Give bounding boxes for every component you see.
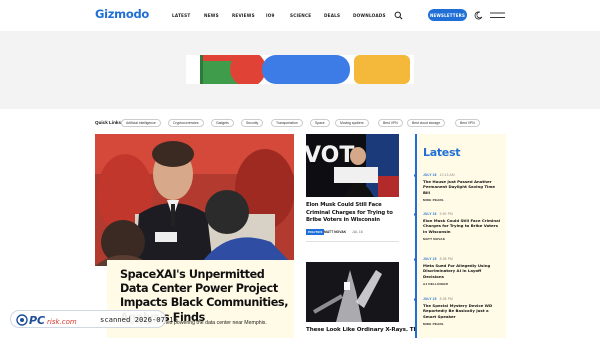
dark-mode-icon[interactable]: [474, 11, 483, 20]
latest-item-author[interactable]: AJ DELLINGER: [423, 282, 501, 286]
scan-timestamp: scanned 2026-07-15: [100, 315, 178, 324]
hero-image[interactable]: [95, 134, 294, 266]
newsletters-button[interactable]: NEWSLETTERS: [428, 9, 467, 21]
category-tag-politics[interactable]: POLITICS: [306, 229, 325, 235]
latest-item[interactable]: JULY 15 8:08 PM The Special Mystery Devic…: [423, 297, 501, 326]
story-image-xray[interactable]: [306, 262, 399, 322]
story-headline-musk[interactable]: Elon Musk Could Still Face Criminal Char…: [306, 202, 398, 225]
latest-item-title[interactable]: Meta Sued For Allegedly Using Discrimina…: [423, 263, 501, 279]
latest-item[interactable]: JULY 16 9:50 PM Elon Musk Could Still Fac…: [423, 212, 501, 241]
quick-link-transportation[interactable]: Transportation: [271, 119, 303, 127]
quick-link-ai[interactable]: Artificial intelligence: [121, 119, 161, 127]
timeline-dot: [414, 258, 417, 261]
nav-deals[interactable]: DEALS: [324, 13, 340, 18]
search-icon[interactable]: [394, 11, 403, 20]
quick-links-label: Quick Links: [95, 120, 122, 125]
latest-accent-bar: [415, 134, 417, 338]
svg-text:risk.com: risk.com: [47, 318, 77, 326]
nav-io9[interactable]: IO9: [266, 13, 275, 18]
timeline-dot: [414, 298, 417, 301]
story-headline-xray[interactable]: These Look Like Ordinary X-Rays. They're: [306, 327, 433, 333]
nav-latest[interactable]: LATEST: [172, 13, 190, 18]
pcrisk-logo: PC risk.com: [16, 314, 77, 327]
latest-item-time: 9:50 PM: [439, 212, 453, 216]
latest-item-date: JULY 15: [423, 297, 437, 301]
latest-item-title[interactable]: The House Just Passed Another Permanent …: [423, 179, 501, 195]
quick-link-space[interactable]: Space: [310, 119, 330, 127]
latest-item-date: JULY 16: [423, 173, 437, 177]
latest-item-author[interactable]: MIKE PEARL: [423, 322, 501, 326]
quick-link-cloud-storage[interactable]: Best cloud storage: [407, 119, 446, 127]
ad-area: [0, 31, 600, 109]
gizmodo-logo[interactable]: Gizmodo: [95, 7, 149, 21]
quick-link-crypto[interactable]: Cryptocurrencies: [168, 119, 204, 127]
scan-watermark: PC risk.com scanned 2026-07-15: [10, 310, 178, 328]
advertisement-banner[interactable]: [186, 55, 414, 84]
svg-text:PC: PC: [29, 314, 45, 327]
site-header: Gizmodo LATEST NEWS REVIEWS IO9 SCIENCE …: [0, 0, 600, 31]
latest-item-time: 8:08 PM: [439, 297, 453, 301]
timeline-dot: [414, 174, 417, 177]
hamburger-menu-icon[interactable]: [490, 12, 505, 19]
latest-item-date: JULY 15: [423, 257, 437, 261]
byline-date: JUL 16: [352, 230, 363, 234]
latest-item[interactable]: JULY 16 10:13 AM The House Just Passed An…: [423, 173, 501, 202]
divider: [306, 241, 399, 242]
latest-item-date: JULY 16: [423, 212, 437, 216]
nav-reviews[interactable]: REVIEWS: [232, 13, 255, 18]
nav-news[interactable]: NEWS: [204, 13, 219, 18]
latest-heading: Latest: [423, 146, 461, 159]
story-image-musk-vote[interactable]: VOT: [306, 134, 399, 197]
quick-link-best-vpn[interactable]: Best VPN: [378, 119, 403, 127]
latest-item[interactable]: JULY 15 8:38 PM Meta Sued For Allegedly U…: [423, 257, 501, 286]
quick-link-best-vpn-2[interactable]: Best VPN: [455, 119, 480, 127]
quick-link-security[interactable]: Security: [241, 119, 264, 127]
byline-author[interactable]: MATT NOVAK: [324, 230, 346, 234]
nav-downloads[interactable]: DOWNLOADS: [353, 13, 386, 18]
latest-item-time: 8:38 PM: [439, 257, 453, 261]
nav-science[interactable]: SCIENCE: [290, 13, 311, 18]
timeline-dot: [414, 213, 417, 216]
latest-item-title[interactable]: Elon Musk Could Still Face Criminal Char…: [423, 218, 501, 234]
latest-item-author[interactable]: MIKE PEARL: [423, 198, 501, 202]
quick-link-spoilers[interactable]: Moving spoilers: [335, 119, 369, 127]
svg-text:VOT: VOT: [306, 143, 354, 168]
latest-item-title[interactable]: The Special Mystery Device WD Reportedly…: [423, 303, 501, 319]
latest-item-time: 10:13 AM: [439, 173, 455, 177]
latest-item-author[interactable]: MATT NOVAK: [423, 237, 501, 241]
quick-link-gadgets[interactable]: Gadgets: [211, 119, 234, 127]
